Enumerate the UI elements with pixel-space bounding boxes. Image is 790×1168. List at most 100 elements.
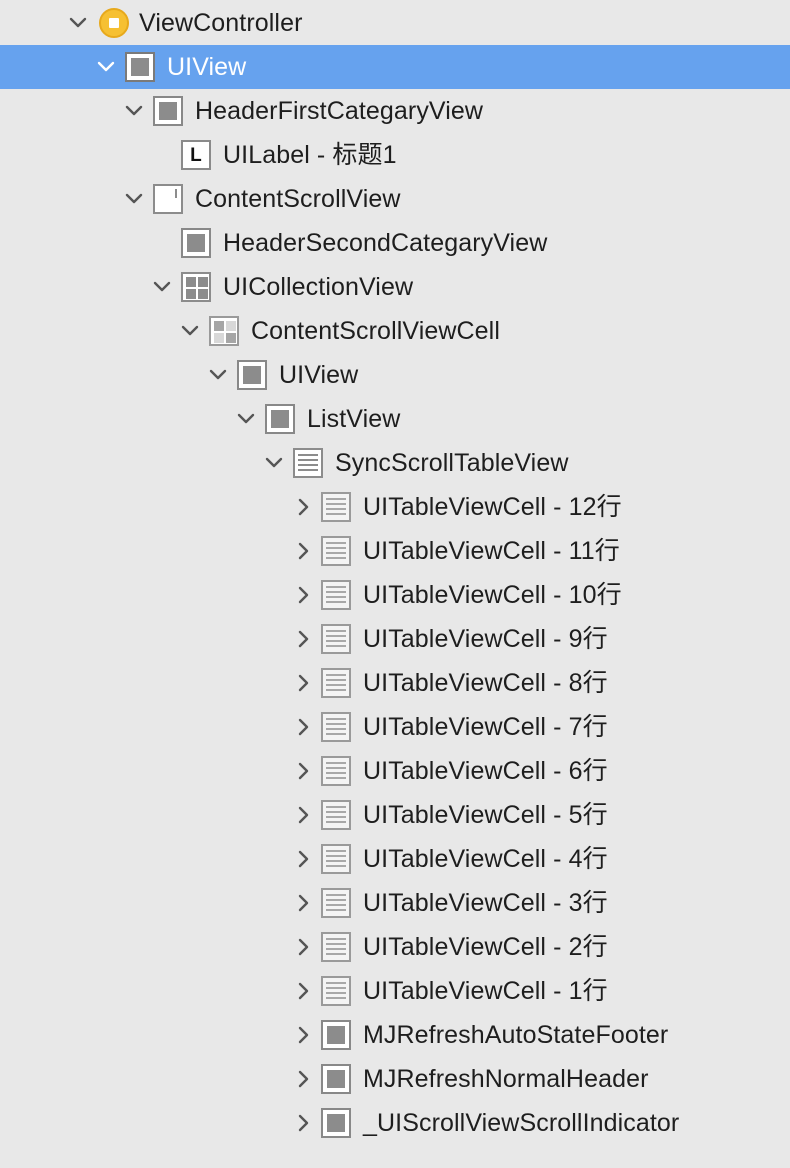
chevron-right-icon[interactable] bbox=[290, 757, 318, 785]
chevron-down-icon[interactable] bbox=[92, 53, 120, 81]
tree-row-label: ContentScrollViewCell bbox=[251, 317, 500, 345]
tree-row-table-cell[interactable]: UITableViewCell - 3行 bbox=[0, 881, 790, 925]
tree-row-label: UITableViewCell - 2行 bbox=[363, 933, 608, 961]
tree-row-table-cell[interactable]: UITableViewCell - 2行 bbox=[0, 925, 790, 969]
scroll-view-icon bbox=[153, 184, 183, 214]
chevron-right-icon[interactable] bbox=[290, 669, 318, 697]
table-cell-icon bbox=[321, 712, 351, 742]
table-cell-icon bbox=[321, 800, 351, 830]
table-cell-icon bbox=[321, 756, 351, 786]
tree-row-scroll-indicator[interactable]: _UIScrollViewScrollIndicator bbox=[0, 1101, 790, 1145]
tree-row-label: UITableViewCell - 6行 bbox=[363, 757, 608, 785]
tree-row-mjrefresh-normal-header[interactable]: MJRefreshNormalHeader bbox=[0, 1057, 790, 1101]
tree-row-label: UITableViewCell - 7行 bbox=[363, 713, 608, 741]
tree-row-label: UITableViewCell - 12行 bbox=[363, 493, 622, 521]
chevron-right-icon[interactable] bbox=[290, 1109, 318, 1137]
tree-row-label: UILabel - 标题1 bbox=[223, 141, 397, 169]
view-icon bbox=[321, 1020, 351, 1050]
label-icon: L bbox=[181, 140, 211, 170]
tree-row-mjrefresh-auto-state-footer[interactable]: MJRefreshAutoStateFooter bbox=[0, 1013, 790, 1057]
tree-row-table-cell[interactable]: UITableViewCell - 9行 bbox=[0, 617, 790, 661]
tree-row-table-cell[interactable]: UITableViewCell - 5行 bbox=[0, 793, 790, 837]
chevron-right-icon[interactable] bbox=[290, 493, 318, 521]
tree-row-table-cell[interactable]: UITableViewCell - 12行 bbox=[0, 485, 790, 529]
tree-row-label: SyncScrollTableView bbox=[335, 449, 569, 477]
tree-row-label: UICollectionView bbox=[223, 273, 414, 301]
view-icon bbox=[265, 404, 295, 434]
tree-row-uilabel[interactable]: L UILabel - 标题1 bbox=[0, 133, 790, 177]
table-cell-icon bbox=[321, 844, 351, 874]
tree-row-table-cell[interactable]: UITableViewCell - 11行 bbox=[0, 529, 790, 573]
chevron-right-icon[interactable] bbox=[290, 625, 318, 653]
table-cell-icon bbox=[321, 932, 351, 962]
table-cell-icon bbox=[321, 624, 351, 654]
tree-row-uiview-inner[interactable]: UIView bbox=[0, 353, 790, 397]
tree-row-uiview-selected[interactable]: UIView bbox=[0, 45, 790, 89]
chevron-right-icon[interactable] bbox=[290, 581, 318, 609]
view-icon bbox=[153, 96, 183, 126]
table-cell-icon bbox=[321, 668, 351, 698]
chevron-right-icon[interactable] bbox=[290, 801, 318, 829]
tree-row-label: MJRefreshNormalHeader bbox=[363, 1065, 649, 1093]
chevron-right-icon[interactable] bbox=[290, 933, 318, 961]
tree-row-label: UITableViewCell - 8行 bbox=[363, 669, 608, 697]
tree-row-label: HeaderFirstCategaryView bbox=[195, 97, 484, 125]
chevron-down-icon[interactable] bbox=[64, 9, 92, 37]
tree-row-sync-scroll-table-view[interactable]: SyncScrollTableView bbox=[0, 441, 790, 485]
chevron-right-icon[interactable] bbox=[290, 537, 318, 565]
chevron-down-icon[interactable] bbox=[204, 361, 232, 389]
tree-row-view-controller[interactable]: ViewController bbox=[0, 1, 790, 45]
tree-row-table-cell[interactable]: UITableViewCell - 4行 bbox=[0, 837, 790, 881]
view-icon bbox=[237, 360, 267, 390]
collection-view-icon bbox=[181, 272, 211, 302]
chevron-right-icon[interactable] bbox=[290, 889, 318, 917]
tree-row-label: ListView bbox=[307, 405, 401, 433]
tree-row-header-second-categary-view[interactable]: HeaderSecondCategaryView bbox=[0, 221, 790, 265]
tree-row-table-cell[interactable]: UITableViewCell - 8行 bbox=[0, 661, 790, 705]
view-hierarchy-tree: ViewController UIView HeaderFirstCategar… bbox=[0, 0, 790, 1168]
tree-row-table-cell[interactable]: UITableViewCell - 1行 bbox=[0, 969, 790, 1013]
view-icon bbox=[321, 1108, 351, 1138]
chevron-down-icon[interactable] bbox=[176, 317, 204, 345]
tree-row-label: UITableViewCell - 4行 bbox=[363, 845, 608, 873]
tree-row-label: UIView bbox=[279, 361, 359, 389]
tree-row-label: _UIScrollViewScrollIndicator bbox=[363, 1109, 680, 1137]
tree-row-table-cell[interactable]: UITableViewCell - 7行 bbox=[0, 705, 790, 749]
chevron-down-icon[interactable] bbox=[148, 273, 176, 301]
tree-row-label: MJRefreshAutoStateFooter bbox=[363, 1021, 669, 1049]
chevron-right-icon[interactable] bbox=[290, 1065, 318, 1093]
chevron-right-icon[interactable] bbox=[290, 977, 318, 1005]
chevron-down-icon[interactable] bbox=[120, 185, 148, 213]
collection-cell-icon bbox=[209, 316, 239, 346]
tree-row-label: UITableViewCell - 9行 bbox=[363, 625, 608, 653]
tree-row-label: UITableViewCell - 5行 bbox=[363, 801, 608, 829]
chevron-down-icon[interactable] bbox=[120, 97, 148, 125]
chevron-right-icon[interactable] bbox=[290, 713, 318, 741]
chevron-right-icon[interactable] bbox=[290, 845, 318, 873]
tree-row-list-view[interactable]: ListView bbox=[0, 397, 790, 441]
tree-row-header-first-categary-view[interactable]: HeaderFirstCategaryView bbox=[0, 89, 790, 133]
tree-row-uicollectionview[interactable]: UICollectionView bbox=[0, 265, 790, 309]
chevron-right-icon[interactable] bbox=[290, 1021, 318, 1049]
view-controller-icon bbox=[99, 8, 129, 38]
tree-row-table-cell[interactable]: UITableViewCell - 6行 bbox=[0, 749, 790, 793]
tree-row-table-cell[interactable]: UITableViewCell - 10行 bbox=[0, 573, 790, 617]
table-cell-icon bbox=[321, 536, 351, 566]
tree-row-content-scroll-view[interactable]: ContentScrollView bbox=[0, 177, 790, 221]
tree-row-content-scroll-view-cell[interactable]: ContentScrollViewCell bbox=[0, 309, 790, 353]
tree-row-label: UITableViewCell - 11行 bbox=[363, 537, 620, 565]
tree-row-label: UITableViewCell - 1行 bbox=[363, 977, 608, 1005]
table-cell-icon bbox=[321, 888, 351, 918]
chevron-down-icon[interactable] bbox=[232, 405, 260, 433]
table-view-icon bbox=[293, 448, 323, 478]
view-icon bbox=[181, 228, 211, 258]
table-cell-icon bbox=[321, 580, 351, 610]
tree-row-label: UITableViewCell - 3行 bbox=[363, 889, 608, 917]
tree-row-label: UITableViewCell - 10行 bbox=[363, 581, 622, 609]
view-icon bbox=[125, 52, 155, 82]
tree-row-label: ContentScrollView bbox=[195, 185, 401, 213]
table-cell-icon bbox=[321, 976, 351, 1006]
tree-row-label: ViewController bbox=[139, 9, 303, 37]
chevron-down-icon[interactable] bbox=[260, 449, 288, 477]
table-cell-icon bbox=[321, 492, 351, 522]
